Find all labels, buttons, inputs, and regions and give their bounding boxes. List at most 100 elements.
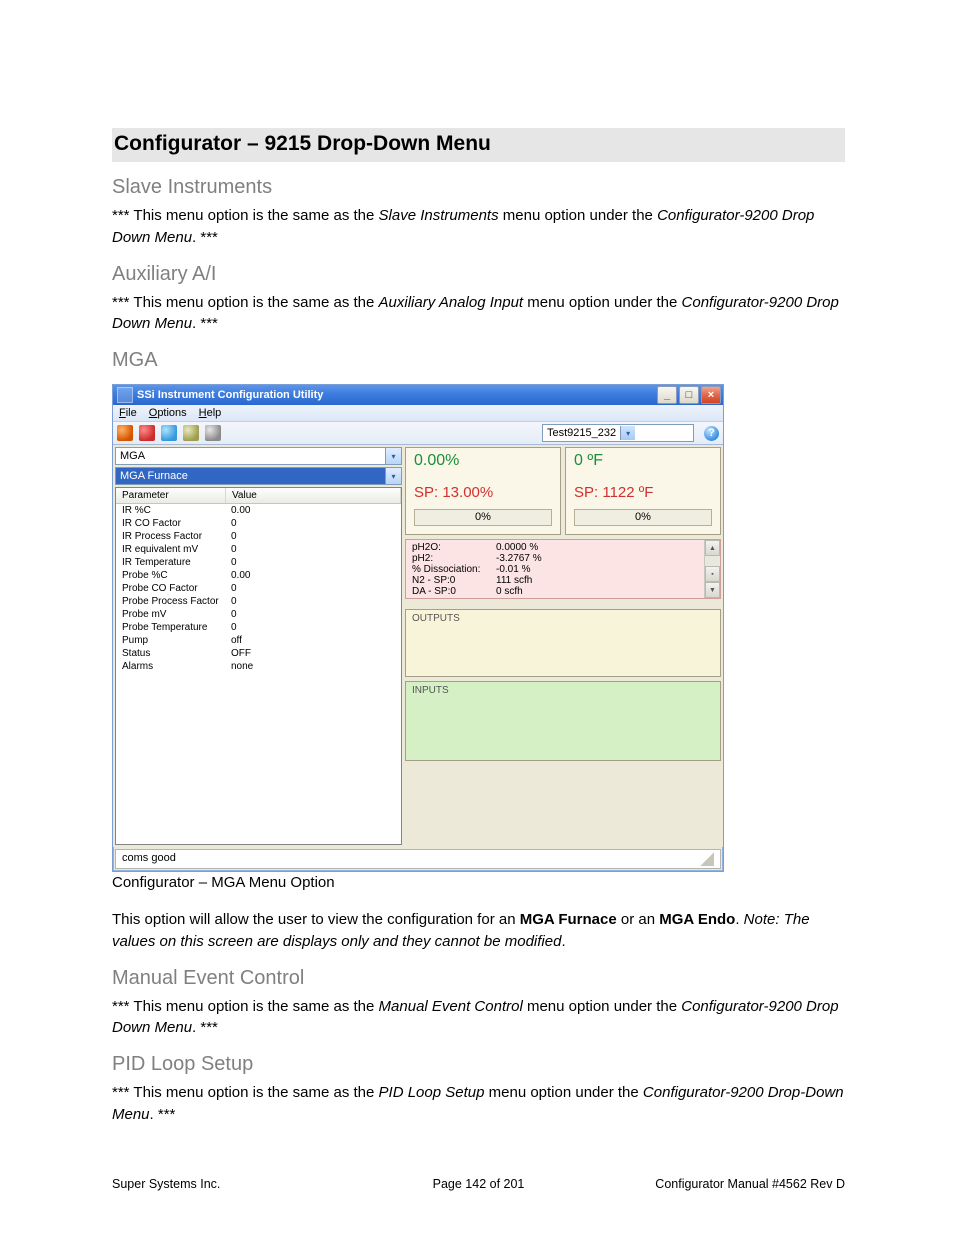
- param-name: IR CO Factor: [116, 517, 225, 530]
- page-heading: Configurator – 9215 Drop-Down Menu: [112, 128, 845, 162]
- section-pid-loop-heading: PID Loop Setup: [112, 1053, 845, 1076]
- window-title: SSi Instrument Configuration Utility: [137, 389, 323, 401]
- footer-left: Super Systems Inc.: [112, 1177, 220, 1191]
- subtype-combobox[interactable]: MGA Furnace ▾: [115, 467, 402, 485]
- window-titlebar[interactable]: SSi Instrument Configuration Utility _ □…: [113, 385, 723, 405]
- param-name: Probe Temperature: [116, 621, 225, 634]
- table-row[interactable]: Probe Process Factor0: [116, 595, 401, 608]
- loop1-setpoint: SP: 13.00%: [414, 484, 552, 501]
- section-pid-loop-body: *** This menu option is the same as the …: [112, 1082, 845, 1126]
- help-icon[interactable]: ?: [704, 426, 719, 441]
- device-combobox-value: Test9215_232: [543, 427, 620, 439]
- section-slave-instruments-body: *** This menu option is the same as the …: [112, 205, 845, 249]
- table-row[interactable]: IR Process Factor0: [116, 530, 401, 543]
- param-value: 0.00: [225, 504, 401, 517]
- outputs-label: OUTPUTS: [406, 610, 720, 627]
- resize-grip-icon[interactable]: [700, 852, 714, 866]
- param-name: Status: [116, 647, 225, 660]
- param-value: 0: [225, 582, 401, 595]
- menu-help[interactable]: Help: [199, 407, 222, 419]
- table-row[interactable]: IR CO Factor0: [116, 517, 401, 530]
- loop2-setpoint: SP: 1122 ºF: [574, 484, 712, 501]
- connect-icon[interactable]: [117, 425, 133, 441]
- param-value: 0: [225, 621, 401, 634]
- readings-scrollbar[interactable]: ▲ ▪ ▼: [704, 540, 720, 598]
- param-name: Probe Process Factor: [116, 595, 225, 608]
- readings-panel: pH2O:0.0000 %pH2:-3.2767 %% Dissociation…: [405, 539, 721, 599]
- toolbar: Test9215_232 ▾ ?: [113, 422, 723, 445]
- table-row[interactable]: Probe mV0: [116, 608, 401, 621]
- scroll-mid-icon[interactable]: ▪: [705, 566, 720, 582]
- reading-row: % Dissociation:-0.01 %: [412, 564, 542, 575]
- category-combobox[interactable]: MGA ▾: [115, 447, 402, 465]
- status-text: coms good: [122, 852, 176, 866]
- table-row[interactable]: Probe CO Factor0: [116, 582, 401, 595]
- param-name: Probe %C: [116, 569, 225, 582]
- table-row[interactable]: Pumpoff: [116, 634, 401, 647]
- param-value: 0.00: [225, 569, 401, 582]
- table-row[interactable]: Alarmsnone: [116, 660, 401, 673]
- table-row[interactable]: IR equivalent mV0: [116, 543, 401, 556]
- chevron-down-icon: ▾: [385, 448, 401, 464]
- maximize-button[interactable]: □: [679, 386, 699, 404]
- loop2-output: 0%: [574, 509, 712, 526]
- chevron-down-icon: ▾: [385, 468, 401, 484]
- loop2-value: 0 ºF: [574, 452, 712, 470]
- menu-file[interactable]: File: [119, 407, 137, 419]
- scroll-up-icon[interactable]: ▲: [705, 540, 720, 556]
- disconnect-icon[interactable]: [139, 425, 155, 441]
- reading-row: DA - SP:00 scfh: [412, 586, 542, 597]
- param-name: Probe CO Factor: [116, 582, 225, 595]
- app-icon: [117, 387, 133, 403]
- table-row[interactable]: IR %C0.00: [116, 504, 401, 517]
- loop1-panel: 0.00% SP: 13.00% 0%: [405, 447, 561, 535]
- grid-header-value[interactable]: Value: [226, 488, 401, 503]
- param-value: none: [225, 660, 401, 673]
- param-name: IR %C: [116, 504, 225, 517]
- status-bar: coms good: [115, 849, 721, 869]
- table-row[interactable]: IR Temperature0: [116, 556, 401, 569]
- section-auxiliary-ai-heading: Auxiliary A/I: [112, 263, 845, 286]
- param-name: Alarms: [116, 660, 225, 673]
- page-footer: Super Systems Inc. Page 142 of 201 Confi…: [112, 1177, 845, 1191]
- close-button[interactable]: ×: [701, 386, 721, 404]
- reading-row: pH2:-3.2767 %: [412, 553, 542, 564]
- menu-bar: File Options Help: [113, 405, 723, 422]
- table-row[interactable]: Probe %C0.00: [116, 569, 401, 582]
- loop1-value: 0.00%: [414, 452, 552, 470]
- loop1-output: 0%: [414, 509, 552, 526]
- param-value: 0: [225, 556, 401, 569]
- minimize-button[interactable]: _: [657, 386, 677, 404]
- param-value: 0: [225, 530, 401, 543]
- param-value: 0: [225, 543, 401, 556]
- database-icon[interactable]: [161, 425, 177, 441]
- chevron-down-icon: ▾: [620, 426, 635, 440]
- settings-icon[interactable]: [183, 425, 199, 441]
- section-mga-heading: MGA: [112, 349, 845, 372]
- loop2-panel: 0 ºF SP: 1122 ºF 0%: [565, 447, 721, 535]
- configurator-window: SSi Instrument Configuration Utility _ □…: [112, 384, 724, 872]
- param-name: IR equivalent mV: [116, 543, 225, 556]
- table-row[interactable]: StatusOFF: [116, 647, 401, 660]
- param-value: off: [225, 634, 401, 647]
- grid-header-parameter[interactable]: Parameter: [116, 488, 226, 503]
- param-value: OFF: [225, 647, 401, 660]
- menu-options[interactable]: Options: [149, 407, 187, 419]
- inputs-label: INPUTS: [406, 682, 720, 699]
- parameter-grid: Parameter Value IR %C0.00IR CO Factor0IR…: [115, 487, 402, 845]
- scroll-down-icon[interactable]: ▼: [705, 582, 720, 598]
- param-name: Pump: [116, 634, 225, 647]
- notes-icon[interactable]: [205, 425, 221, 441]
- table-row[interactable]: Probe Temperature0: [116, 621, 401, 634]
- param-name: Probe mV: [116, 608, 225, 621]
- figure-caption: Configurator – MGA Menu Option: [112, 874, 845, 891]
- inputs-panel: INPUTS: [405, 681, 721, 761]
- section-auxiliary-ai-body: *** This menu option is the same as the …: [112, 292, 845, 336]
- param-name: IR Process Factor: [116, 530, 225, 543]
- param-value: 0: [225, 608, 401, 621]
- device-combobox[interactable]: Test9215_232 ▾: [542, 424, 694, 442]
- param-value: 0: [225, 595, 401, 608]
- reading-row: N2 - SP:0111 scfh: [412, 575, 542, 586]
- subtype-combobox-value: MGA Furnace: [116, 468, 385, 484]
- param-value: 0: [225, 517, 401, 530]
